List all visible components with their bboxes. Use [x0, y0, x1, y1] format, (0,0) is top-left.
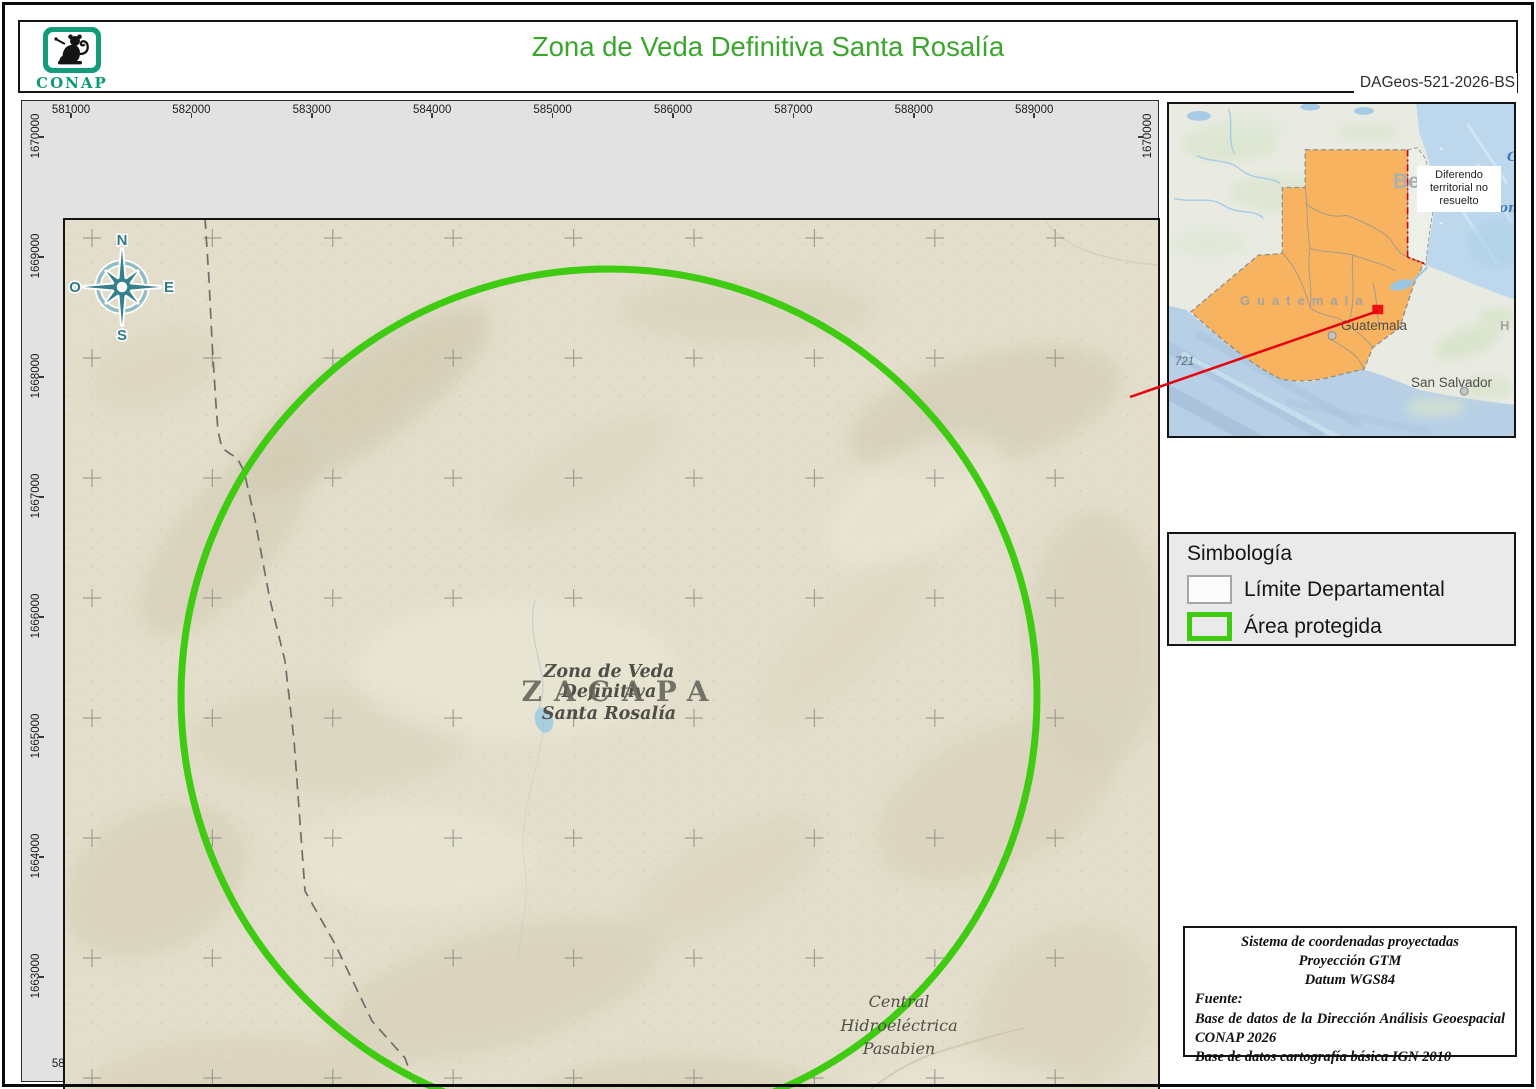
axis-tick: [39, 136, 44, 138]
compass-w: O: [69, 279, 81, 296]
datum-line: Datum WGS84: [1304, 972, 1396, 989]
territorial-note: Diferendo territorial no resuelto: [1417, 166, 1501, 212]
axis-tick: [1033, 113, 1035, 118]
axis-tick: [311, 113, 313, 118]
hydro-label-line3: Pasabien: [862, 1039, 935, 1058]
map-layout-page: CONAP Zona de Veda Definitiva Santa Rosa…: [0, 0, 1536, 1089]
conap-logo-badge: [43, 27, 101, 73]
axis-tick: [551, 113, 554, 118]
compass-n: N: [117, 232, 128, 249]
guatemala-country-label: Guatemala: [1240, 293, 1370, 308]
axis-tick: [431, 113, 433, 118]
page-title: Zona de Veda Definitiva Santa Rosalía: [531, 31, 1005, 62]
legend-item-protected: Área protegida: [1187, 612, 1382, 641]
guatemala-city-label: Guatemala: [1341, 318, 1408, 333]
legend-title: Simbología: [1187, 542, 1293, 565]
depth-contour-label: 721: [1175, 356, 1195, 368]
san-salvador-label: San Salvador: [1411, 375, 1493, 390]
axis-tick: [190, 113, 193, 118]
legend-panel: Simbología Límite Departamental Área pro…: [1167, 532, 1516, 646]
axis-tick: [39, 856, 44, 858]
axis-tick: [39, 376, 44, 378]
axis-tick: [792, 113, 795, 118]
axis-label: 1670000: [1142, 113, 1154, 159]
gulf-label-word1: Golfo: [1507, 150, 1514, 165]
compass-s: S: [117, 327, 127, 344]
hydro-label-line2: Hidroeléctrica: [839, 1016, 957, 1035]
conap-wordmark: CONAP: [36, 74, 108, 92]
crs-line: Sistema de coordenadas proyectadas: [1241, 934, 1459, 950]
zone-label-line3: Santa Rosalía: [542, 704, 676, 724]
monkey-icon: [54, 34, 89, 65]
axis-tick: [913, 113, 915, 118]
legend-item-departmental: Límite Departamental: [1187, 575, 1445, 604]
source-title: Fuente:: [1195, 991, 1243, 1008]
axis-tick: [39, 736, 44, 738]
axis-tick: [70, 113, 72, 118]
legend-label: Límite Departamental: [1244, 577, 1445, 601]
location-marker-square: [1372, 304, 1384, 315]
source-line-1: Base de datos de la Dirección Análisis G…: [1195, 1010, 1505, 1046]
main-map: Zona de Veda Definitiva ZACAPA Santa Ros…: [63, 218, 1160, 1089]
metadata-box: Sistema de coordenadas proyectadas Proye…: [1183, 926, 1517, 1065]
axis-tick: [39, 976, 44, 978]
legend-label: Área protegida: [1244, 614, 1382, 638]
axis-tick: [672, 113, 674, 118]
projection-line: Proyección GTM: [1298, 953, 1402, 970]
axis-tick: [39, 616, 44, 618]
source-line-2: Base de datos cartografía básica IGN 201…: [1195, 1048, 1452, 1065]
header-bar: CONAP Zona de Veda Definitiva Santa Rosa…: [18, 20, 1518, 93]
conap-logo: CONAP: [32, 27, 112, 92]
axis-tick: [39, 256, 44, 258]
departmental-boundary-swatch: [1187, 575, 1232, 604]
protected-area-swatch: [1187, 612, 1232, 641]
inset-locator-map: Belize Diferendo territorial no resuelto…: [1167, 102, 1516, 438]
honduras-label: Honduras: [1500, 318, 1516, 333]
axis-tick: [1138, 136, 1143, 138]
compass-e: E: [164, 279, 174, 296]
document-id: DAGeos-521-2026-BS: [1353, 73, 1517, 98]
axis-tick: [39, 496, 44, 498]
hydro-label-line1: Central: [869, 992, 930, 1011]
map-panel: 5810005810005820005820005830005830005840…: [21, 100, 1160, 1089]
guatemala-city-marker: [1327, 331, 1337, 341]
